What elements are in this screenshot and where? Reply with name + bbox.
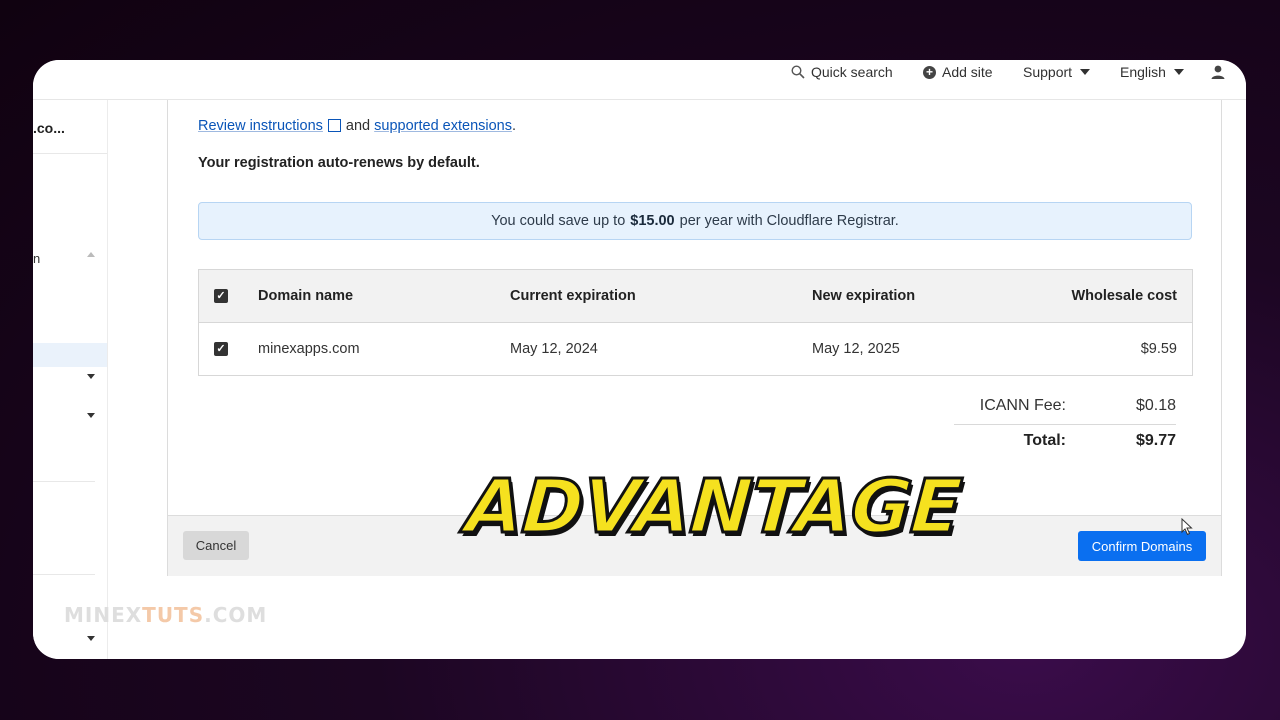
- language-menu[interactable]: English: [1120, 62, 1184, 82]
- support-menu[interactable]: Support: [1023, 62, 1091, 82]
- add-site-button[interactable]: + Add site: [923, 62, 993, 82]
- autorenew-note: Your registration auto-renews by default…: [198, 155, 480, 171]
- banner-prefix: You could save up to: [491, 213, 626, 229]
- overlay-caption: ADVANTAGE: [461, 463, 964, 552]
- review-instructions-link[interactable]: Review instructions: [198, 118, 323, 134]
- icann-fee-value: $0.18: [1135, 397, 1176, 414]
- quick-search-label: Quick search: [811, 64, 893, 80]
- total-label: Total:: [1023, 432, 1066, 449]
- sidebar-item-active[interactable]: [33, 343, 107, 367]
- plus-circle-icon: +: [923, 65, 936, 79]
- divider: [33, 153, 107, 154]
- mouse-cursor-icon: [1181, 518, 1193, 536]
- caret-down-icon[interactable]: [87, 374, 95, 379]
- account-name[interactable]: .co...: [33, 120, 65, 136]
- caret-down-icon: [1173, 69, 1184, 75]
- and-text: and: [345, 118, 371, 134]
- row-current-expiration: May 12, 2024: [510, 341, 598, 357]
- divider: [33, 574, 95, 575]
- header-wholesale-cost: Wholesale cost: [1071, 288, 1177, 304]
- row-wholesale-cost: $9.59: [1140, 341, 1177, 357]
- row-domain-name: minexapps.com: [258, 341, 360, 357]
- caret-down-icon: [1080, 69, 1091, 75]
- checkmark-icon: ✓: [214, 342, 228, 356]
- watermark-part: .COM: [204, 603, 268, 627]
- support-label: Support: [1023, 64, 1073, 80]
- chevron-up-icon[interactable]: [87, 252, 95, 257]
- quick-search-button[interactable]: Quick search: [791, 62, 893, 82]
- banner-suffix: per year with Cloudflare Registrar.: [679, 213, 899, 229]
- user-icon: [1211, 65, 1225, 79]
- search-icon: [791, 65, 805, 79]
- banner-amount: $15.00: [630, 213, 675, 229]
- caret-down-icon[interactable]: [87, 636, 95, 641]
- watermark-part: TUTS: [142, 603, 205, 627]
- browser-frame: Quick search + Add site Support English …: [33, 60, 1246, 659]
- select-all-checkbox[interactable]: ✓: [214, 270, 228, 322]
- row-new-expiration: May 12, 2025: [812, 341, 900, 357]
- language-label: English: [1120, 64, 1166, 80]
- add-site-label: Add site: [942, 64, 993, 80]
- period-text: .: [512, 118, 517, 134]
- sidebar-section-label[interactable]: n: [33, 251, 40, 266]
- external-link-icon: [327, 118, 341, 132]
- caret-down-icon[interactable]: [87, 413, 95, 418]
- divider: [33, 481, 95, 482]
- header-current-expiration: Current expiration: [510, 288, 636, 304]
- total-value: $9.77: [1135, 432, 1176, 449]
- header-new-expiration: New expiration: [812, 288, 916, 304]
- checkmark-icon: ✓: [214, 289, 228, 303]
- table-header: ✓ Domain name Current expiration New exp…: [199, 270, 1192, 323]
- watermark-part: MINEX: [64, 603, 143, 627]
- domains-table: ✓ Domain name Current expiration New exp…: [198, 269, 1193, 376]
- fees-summary: ICANN Fee: $0.18 Total: $9.77: [954, 390, 1176, 459]
- sidebar: .co... n: [33, 100, 108, 659]
- supported-extensions-link[interactable]: supported extensions: [374, 118, 512, 134]
- savings-banner: You could save up to $15.00 per year wit…: [198, 202, 1192, 240]
- icann-fee-label: ICANN Fee:: [979, 397, 1066, 414]
- icann-fee-row: ICANN Fee: $0.18: [954, 390, 1176, 424]
- table-row: ✓ minexapps.com May 12, 2024 May 12, 202…: [199, 323, 1192, 375]
- watermark-logo: MINEXTUTS.COM: [64, 603, 267, 627]
- user-menu[interactable]: [1210, 62, 1226, 82]
- top-navigation: Quick search + Add site Support English: [33, 60, 1246, 100]
- cancel-button[interactable]: Cancel: [183, 531, 249, 560]
- header-domain-name: Domain name: [258, 288, 354, 304]
- row-checkbox[interactable]: ✓: [214, 323, 228, 375]
- instructions-line: Review instructions and supported extensi…: [198, 118, 516, 134]
- total-row: Total: $9.77: [954, 425, 1176, 459]
